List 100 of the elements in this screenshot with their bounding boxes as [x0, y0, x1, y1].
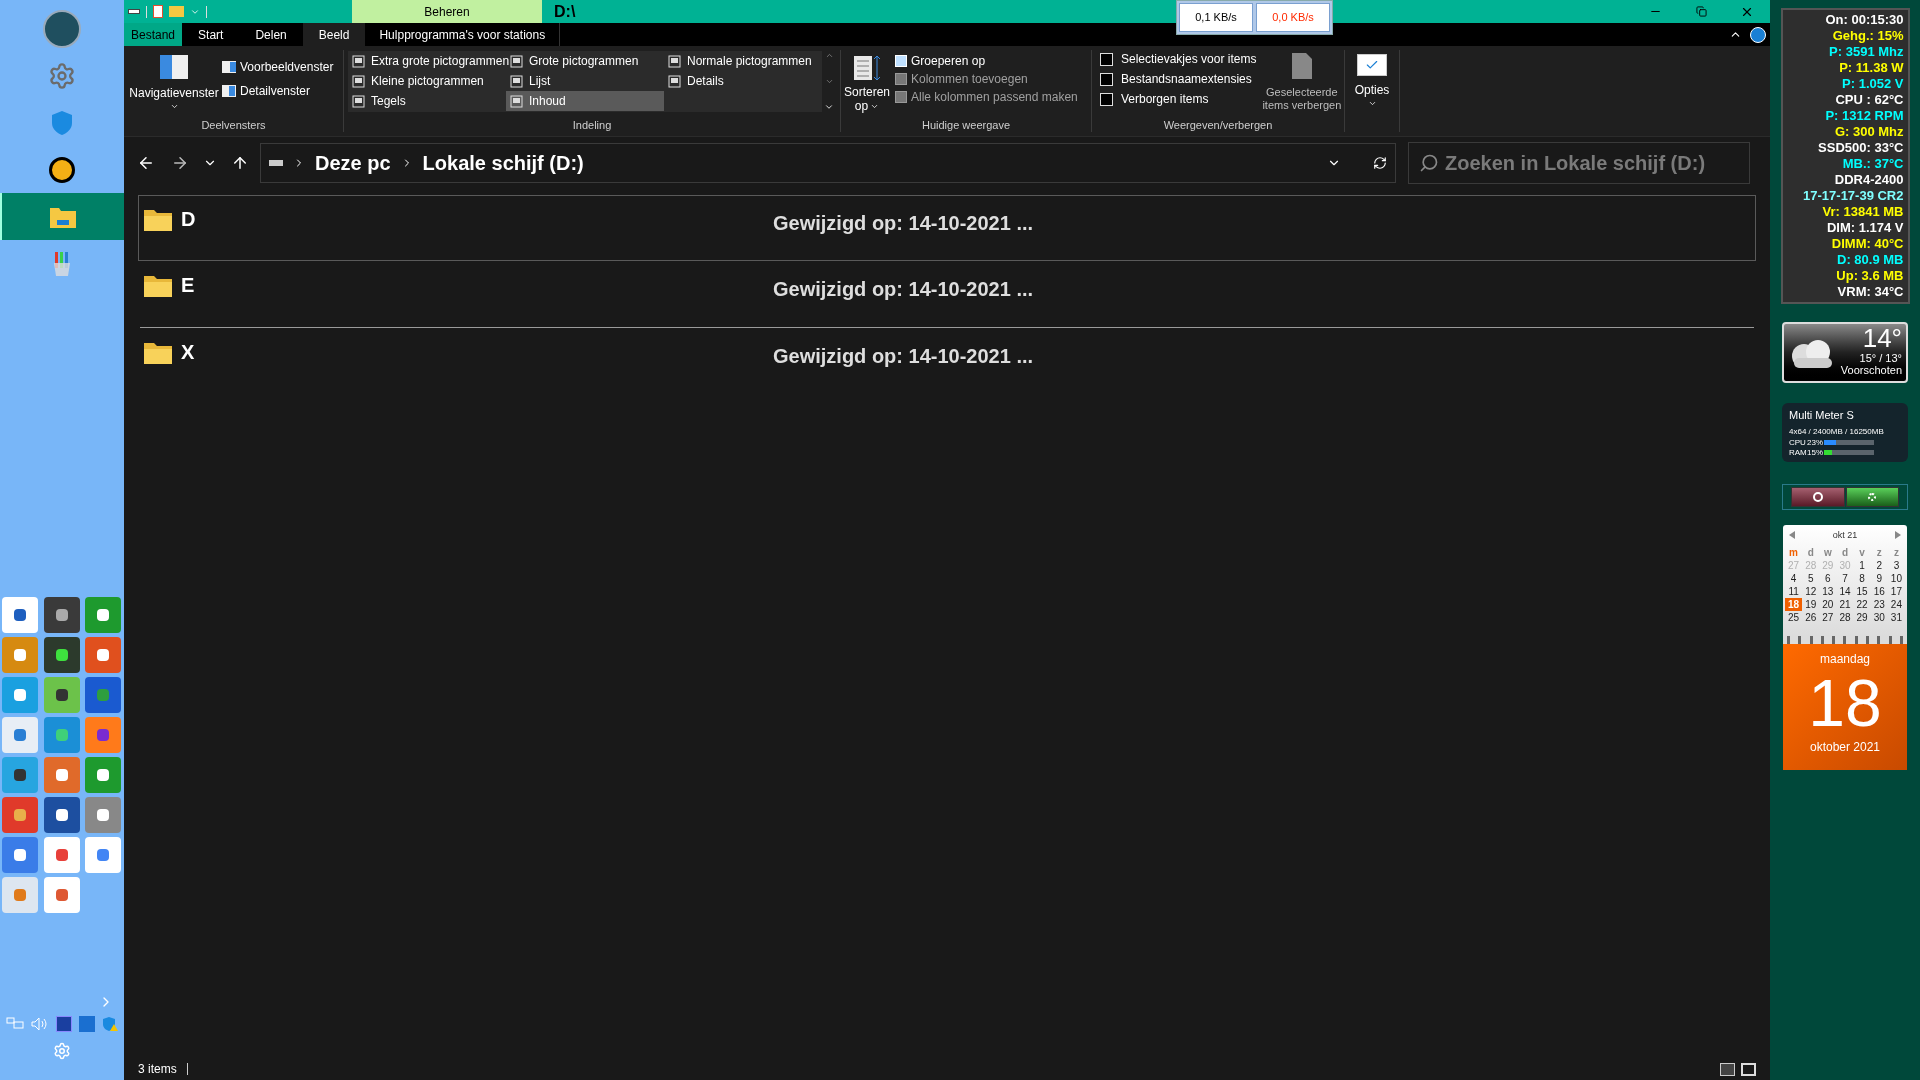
- monitor-reading: P: 1312 RPM: [1825, 108, 1904, 124]
- sort-button[interactable]: Sorteren op: [843, 54, 891, 117]
- breadcrumb[interactable]: Lokale schijf (D:): [422, 148, 584, 178]
- calendar-day[interactable]: 2: [1870, 559, 1888, 572]
- hide-items-button[interactable]: Geselecteerde items verbergen: [1262, 52, 1342, 117]
- calendar-day[interactable]: 8: [1853, 572, 1871, 585]
- back-icon[interactable]: [137, 154, 155, 172]
- modified-date: Gewijzigd op: 14-10-2021 ...: [773, 277, 1034, 302]
- scroll-up-icon[interactable]: [824, 51, 834, 60]
- view-icon: [668, 74, 681, 88]
- view-command[interactable]: Groeperen op: [895, 54, 1078, 68]
- breadcrumb[interactable]: Deze pc: [315, 148, 391, 178]
- calendar-day[interactable]: 10: [1887, 572, 1905, 585]
- calendar-day[interactable]: 25: [1785, 611, 1803, 624]
- pane-button[interactable]: Detailvenster: [222, 82, 334, 100]
- monitor-reading: P: 11.38 W: [1839, 60, 1904, 76]
- memory-info: 4x64 / 2400MB / 16250MB: [1789, 425, 1885, 438]
- options-button[interactable]: Opties: [1354, 54, 1390, 108]
- weekday-header: z: [1892, 546, 1900, 559]
- monitor-reading: SSD500: 33°C: [1818, 140, 1904, 156]
- calendar-day[interactable]: 31: [1887, 611, 1905, 624]
- calendar-day[interactable]: 15: [1853, 585, 1871, 598]
- calendar-day[interactable]: 7: [1836, 572, 1854, 585]
- expand-icon[interactable]: [824, 102, 834, 112]
- group-label: Huidige weergave: [921, 117, 1011, 133]
- calendar-day[interactable]: 13: [1819, 585, 1837, 598]
- settings-icon[interactable]: [53, 1042, 71, 1060]
- checkmark-icon: [1357, 54, 1387, 76]
- ribbon-tab[interactable]: Beeld: [302, 23, 366, 46]
- calendar-day[interactable]: 20: [1819, 598, 1837, 611]
- calendar-day[interactable]: 22: [1853, 598, 1871, 611]
- calendar-day[interactable]: 4: [1785, 572, 1803, 585]
- details-view-icon[interactable]: [1720, 1062, 1735, 1076]
- properties-icon[interactable]: [153, 5, 163, 18]
- calendar-day[interactable]: 12: [1802, 585, 1820, 598]
- pane-button[interactable]: Voorbeeldvenster: [222, 58, 334, 76]
- calendar-day[interactable]: 28: [1836, 611, 1854, 624]
- shield-warning-icon[interactable]: [102, 1016, 119, 1032]
- search-field[interactable]: Zoeken in Lokale schijf (D:): [1408, 142, 1750, 184]
- large-icons-view-icon[interactable]: [1741, 1062, 1756, 1076]
- checkbox-label: Verborgen items: [1121, 91, 1209, 108]
- calendar-day[interactable]: 6: [1819, 572, 1837, 585]
- calendar-day[interactable]: 16: [1870, 585, 1888, 598]
- sleep-button[interactable]: [1845, 486, 1899, 507]
- calendar-day[interactable]: 19: [1802, 598, 1820, 611]
- layout-option[interactable]: Details: [664, 71, 822, 91]
- calendar-day[interactable]: 29: [1853, 611, 1871, 624]
- calendar-day[interactable]: 24: [1887, 598, 1905, 611]
- meter-label: CPU: [1789, 436, 1807, 449]
- checkbox[interactable]: [1100, 72, 1113, 86]
- calendar-day[interactable]: 27: [1819, 611, 1837, 624]
- calendar-day[interactable]: 17: [1887, 585, 1905, 598]
- layout-option[interactable]: Tegels: [348, 91, 506, 111]
- pencil-cup-icon[interactable]: [52, 250, 72, 277]
- search-input[interactable]: Zoeken in Lokale schijf (D:): [1445, 148, 1739, 178]
- address-bar[interactable]: Deze pc Lokale schijf (D:): [260, 143, 1396, 183]
- folder-name: X: [181, 340, 196, 365]
- folder-row[interactable]: X Gewijzigd op: 14-10-2021 ...: [138, 328, 1756, 394]
- calendar-day[interactable]: 14: [1836, 585, 1854, 598]
- calendar-day[interactable]: 3: [1887, 559, 1905, 572]
- ribbon-tab[interactable]: Bestand: [124, 23, 183, 46]
- ribbon-tab[interactable]: Delen: [239, 23, 303, 46]
- view-icon: [510, 94, 523, 108]
- calendar-day[interactable]: 26: [1802, 611, 1820, 624]
- power-button[interactable]: [1791, 486, 1845, 507]
- calendar-day[interactable]: 23: [1870, 598, 1888, 611]
- view-icon: [352, 74, 365, 88]
- caret-icon: [169, 102, 179, 111]
- group-label: Indeling: [572, 117, 612, 133]
- refresh-icon[interactable]: [1373, 156, 1387, 170]
- app-tray-icon[interactable]: [55, 1016, 72, 1032]
- checkbox[interactable]: [1100, 52, 1113, 66]
- checkbox[interactable]: [1100, 92, 1113, 106]
- calendar-day[interactable]: 9: [1870, 572, 1888, 585]
- settings-icon[interactable]: [48, 61, 76, 90]
- folder-row[interactable]: E Gewijzigd op: 14-10-2021 ...: [138, 261, 1756, 327]
- layout-option[interactable]: Kleine pictogrammen: [348, 71, 506, 91]
- forward-icon[interactable]: [171, 154, 189, 172]
- calendar-day[interactable]: 11: [1785, 585, 1803, 598]
- up-icon[interactable]: [231, 154, 249, 172]
- calendar-day[interactable]: 30: [1870, 611, 1888, 624]
- app-tray-icon[interactable]: [79, 1016, 96, 1032]
- weekday-header: m: [1788, 546, 1799, 559]
- calendar-day[interactable]: 21: [1836, 598, 1854, 611]
- layout-option[interactable]: Inhoud: [506, 91, 664, 111]
- window-title: D:\: [554, 1, 576, 22]
- help-icon[interactable]: [1750, 26, 1766, 43]
- weekday-header: w: [1822, 546, 1833, 559]
- layout-option[interactable]: Lijst: [506, 71, 664, 91]
- next-month-icon[interactable]: [1895, 531, 1901, 540]
- monitor-reading: DIM: 1.174 V: [1826, 220, 1904, 236]
- calendar-day[interactable]: 1: [1853, 559, 1871, 572]
- view-icon: [510, 54, 523, 68]
- ribbon-tab[interactable]: Start: [182, 23, 240, 46]
- calendar-day[interactable]: 5: [1802, 572, 1820, 585]
- folder-row[interactable]: D Gewijzigd op: 14-10-2021 ...: [138, 195, 1756, 261]
- columns-icon: [895, 55, 907, 67]
- drive-icon[interactable]: [128, 9, 140, 14]
- layout-option[interactable]: Normale pictogrammen: [664, 51, 822, 71]
- previous-month-icon[interactable]: [1789, 531, 1795, 540]
